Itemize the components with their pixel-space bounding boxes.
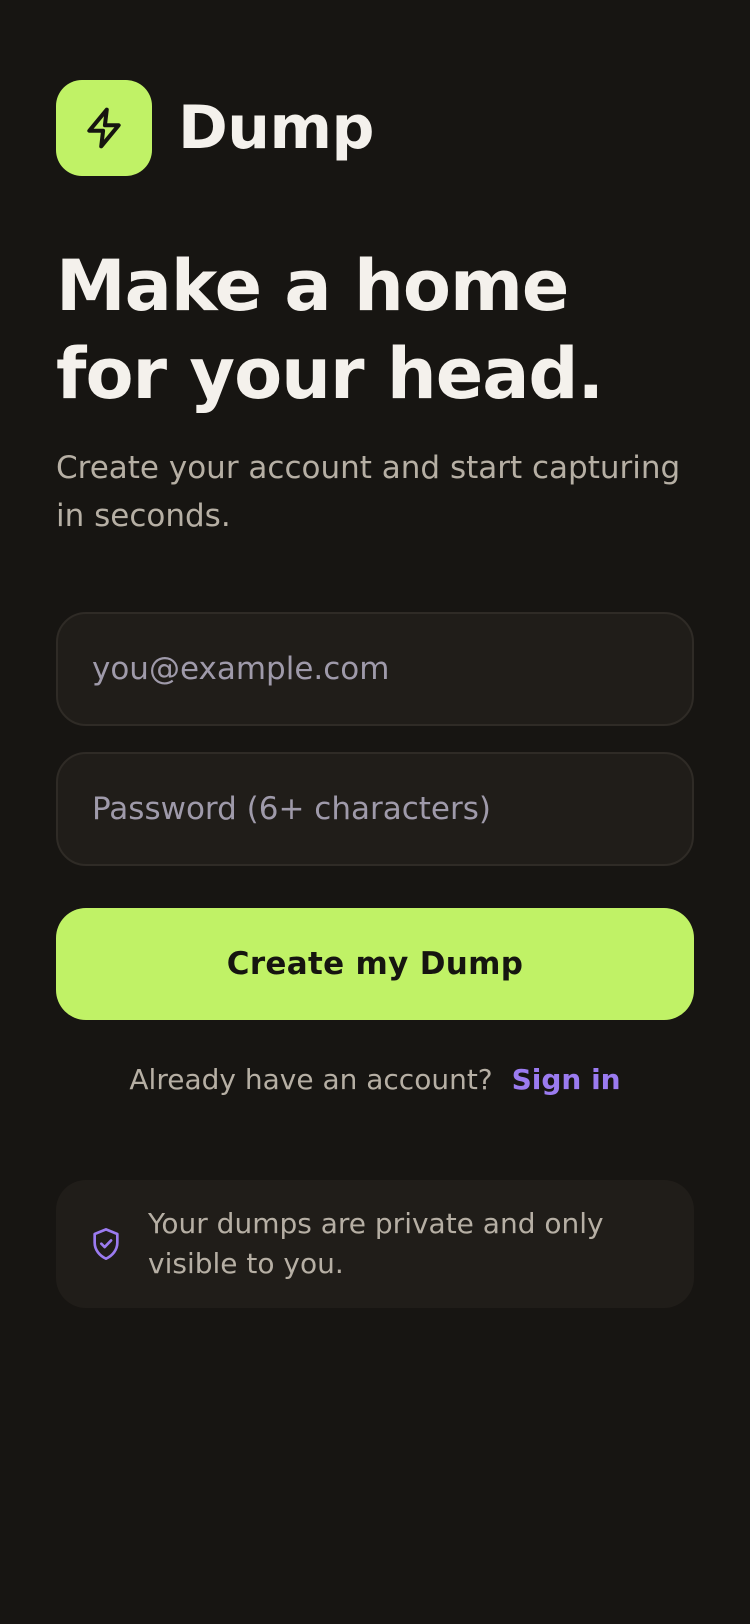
password-field-container	[56, 752, 694, 866]
privacy-text: Your dumps are private and only visible …	[148, 1207, 604, 1280]
app-name: Dump	[178, 93, 375, 163]
signin-row: Already have an account? Sign in	[56, 1058, 694, 1102]
app-logo	[56, 80, 152, 176]
email-field-container	[56, 612, 694, 726]
sign-in-link[interactable]: Sign in	[512, 1063, 621, 1096]
brand-header: Dump	[56, 80, 375, 176]
privacy-notice: Your dumps are private and only visible …	[56, 1180, 694, 1308]
page-subtitle: Create your account and start capturing …	[56, 450, 681, 534]
password-input[interactable]	[90, 790, 660, 828]
create-account-button[interactable]: Create my Dump	[56, 908, 694, 1020]
email-input[interactable]	[90, 650, 660, 688]
shield-check-icon	[93, 1228, 119, 1260]
lightning-bolt-icon	[87, 107, 121, 149]
signup-screen: Dump Make a home for your head. Create y…	[0, 0, 750, 1624]
signin-prompt: Already have an account?	[129, 1063, 493, 1096]
page-title: Make a home for your head.	[56, 245, 604, 415]
